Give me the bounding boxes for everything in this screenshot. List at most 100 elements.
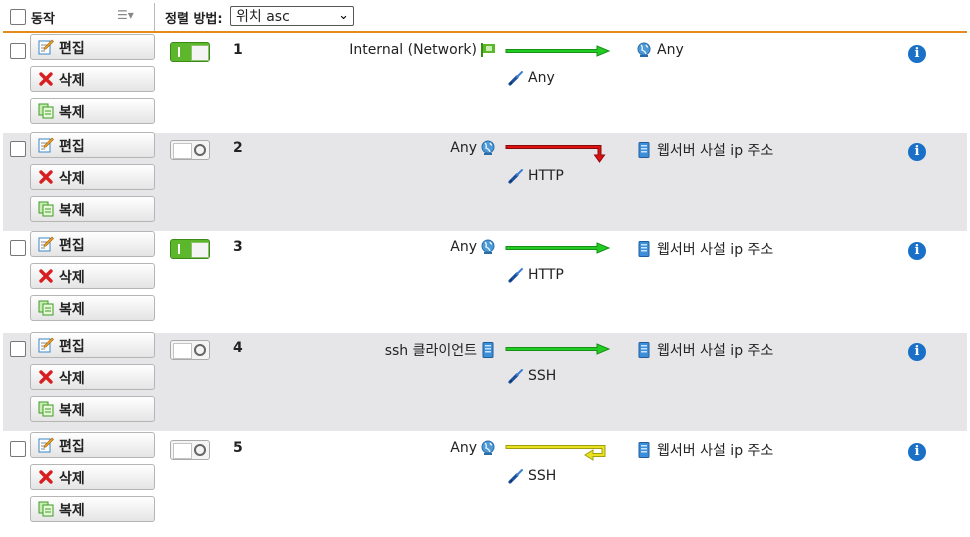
copy-button[interactable]: 복제 bbox=[30, 196, 155, 222]
rule-row: 편집삭제복제 3 Any HTTP 웹서버 사설 ip 주소 i bbox=[3, 231, 967, 330]
globe-icon bbox=[636, 42, 652, 58]
copy-icon bbox=[38, 401, 54, 417]
info-icon[interactable]: i bbox=[908, 45, 926, 63]
service-label: HTTP bbox=[528, 267, 564, 283]
rule-number: 3 bbox=[233, 239, 243, 255]
edit-icon bbox=[38, 236, 54, 252]
edit-button-label: 편집 bbox=[59, 41, 85, 57]
rule-source[interactable]: Internal (Network) bbox=[349, 42, 496, 58]
delete-button[interactable]: 삭제 bbox=[30, 164, 155, 190]
header-divider bbox=[154, 3, 155, 31]
copy-button-label: 복제 bbox=[59, 403, 85, 419]
service-icon bbox=[508, 168, 524, 184]
sort-select[interactable]: 위치 asc ⌄ bbox=[230, 6, 354, 26]
chevron-down-icon: ⌄ bbox=[338, 8, 349, 23]
copy-button-label: 복제 bbox=[59, 302, 85, 318]
rule-destination[interactable]: Any bbox=[636, 42, 684, 58]
rule-destination[interactable]: 웹서버 사설 ip 주소 bbox=[636, 340, 773, 360]
enable-toggle[interactable] bbox=[170, 440, 210, 460]
edit-button[interactable]: 편집 bbox=[30, 432, 155, 458]
rule-number: 4 bbox=[233, 340, 243, 356]
globe-icon bbox=[480, 140, 496, 156]
copy-button[interactable]: 복제 bbox=[30, 98, 155, 124]
edit-button-label: 편집 bbox=[59, 439, 85, 455]
delete-icon bbox=[38, 469, 54, 485]
destination-label: 웹서버 사설 ip 주소 bbox=[657, 443, 774, 459]
row-checkbox[interactable] bbox=[10, 240, 26, 256]
host-icon bbox=[636, 241, 652, 257]
edit-icon bbox=[38, 137, 54, 153]
rule-number: 1 bbox=[233, 42, 243, 58]
rule-action-arrow-icon bbox=[505, 143, 611, 167]
host-icon bbox=[636, 342, 652, 358]
info-icon[interactable]: i bbox=[908, 143, 926, 161]
copy-icon bbox=[38, 103, 54, 119]
enable-toggle[interactable] bbox=[170, 239, 210, 259]
source-label: Internal (Network) bbox=[349, 42, 477, 58]
edit-button-label: 편집 bbox=[59, 339, 85, 355]
destination-label: 웹서버 사설 ip 주소 bbox=[657, 242, 774, 258]
rule-source[interactable]: Any bbox=[450, 239, 496, 255]
service-label: Any bbox=[528, 70, 555, 86]
row-checkbox[interactable] bbox=[10, 43, 26, 59]
delete-button-label: 삭제 bbox=[59, 371, 85, 387]
rule-service[interactable]: SSH bbox=[508, 468, 556, 484]
column-sort-icon[interactable]: ☰▾ bbox=[117, 8, 134, 22]
rule-action-arrow-icon bbox=[505, 343, 611, 359]
delete-button[interactable]: 삭제 bbox=[30, 464, 155, 490]
globe-icon bbox=[480, 440, 496, 456]
copy-button-label: 복제 bbox=[59, 105, 85, 121]
rule-destination[interactable]: 웹서버 사설 ip 주소 bbox=[636, 239, 773, 259]
rule-action-arrow-icon bbox=[505, 45, 611, 61]
copy-button[interactable]: 복제 bbox=[30, 496, 155, 522]
enable-toggle[interactable] bbox=[170, 140, 210, 160]
edit-button[interactable]: 편집 bbox=[30, 34, 155, 60]
destination-label: Any bbox=[657, 42, 684, 58]
rule-service[interactable]: HTTP bbox=[508, 168, 564, 184]
copy-button[interactable]: 복제 bbox=[30, 295, 155, 321]
rule-service[interactable]: Any bbox=[508, 70, 555, 86]
enable-toggle[interactable] bbox=[170, 42, 210, 62]
table-header: 동작 ☰▾ 정렬 방법: 위치 asc ⌄ bbox=[3, 3, 967, 33]
delete-button[interactable]: 삭제 bbox=[30, 263, 155, 289]
service-icon bbox=[508, 70, 524, 86]
row-checkbox[interactable] bbox=[10, 441, 26, 457]
rule-source[interactable]: Any bbox=[450, 140, 496, 156]
rule-service[interactable]: HTTP bbox=[508, 267, 564, 283]
rule-row: 편집삭제복제 1 Internal (Network) Any Any i bbox=[3, 34, 967, 133]
info-icon[interactable]: i bbox=[908, 242, 926, 260]
sort-label: 정렬 방법: bbox=[165, 12, 223, 27]
rule-number: 2 bbox=[233, 140, 243, 156]
edit-button[interactable]: 편집 bbox=[30, 231, 155, 257]
source-label: ssh 클라이언트 bbox=[384, 343, 477, 359]
row-checkbox[interactable] bbox=[10, 141, 26, 157]
info-icon[interactable]: i bbox=[908, 443, 926, 461]
rule-number: 5 bbox=[233, 440, 243, 456]
delete-button[interactable]: 삭제 bbox=[30, 364, 155, 390]
info-icon[interactable]: i bbox=[908, 343, 926, 361]
rule-destination[interactable]: 웹서버 사설 ip 주소 bbox=[636, 140, 773, 160]
rule-service[interactable]: SSH bbox=[508, 368, 556, 384]
copy-button[interactable]: 복제 bbox=[30, 396, 155, 422]
rule-action-arrow-icon bbox=[505, 242, 611, 258]
rule-source[interactable]: Any bbox=[450, 440, 496, 456]
service-label: SSH bbox=[528, 368, 557, 384]
rule-destination[interactable]: 웹서버 사설 ip 주소 bbox=[636, 440, 773, 460]
edit-button[interactable]: 편집 bbox=[30, 332, 155, 358]
edit-button[interactable]: 편집 bbox=[30, 132, 155, 158]
rule-source[interactable]: ssh 클라이언트 bbox=[385, 340, 496, 360]
host-icon bbox=[636, 442, 652, 458]
copy-icon bbox=[38, 501, 54, 517]
delete-button[interactable]: 삭제 bbox=[30, 66, 155, 92]
destination-label: 웹서버 사설 ip 주소 bbox=[657, 343, 774, 359]
delete-button-label: 삭제 bbox=[59, 471, 85, 487]
rule-row: 편집삭제복제 5 Any SSH 웹서버 사설 ip 주소 i bbox=[3, 432, 967, 531]
host-icon bbox=[480, 342, 496, 358]
edit-icon bbox=[38, 337, 54, 353]
enable-toggle[interactable] bbox=[170, 340, 210, 360]
select-all-checkbox[interactable] bbox=[10, 9, 26, 25]
delete-icon bbox=[38, 268, 54, 284]
copy-icon bbox=[38, 300, 54, 316]
row-checkbox[interactable] bbox=[10, 341, 26, 357]
edit-button-label: 편집 bbox=[59, 139, 85, 155]
